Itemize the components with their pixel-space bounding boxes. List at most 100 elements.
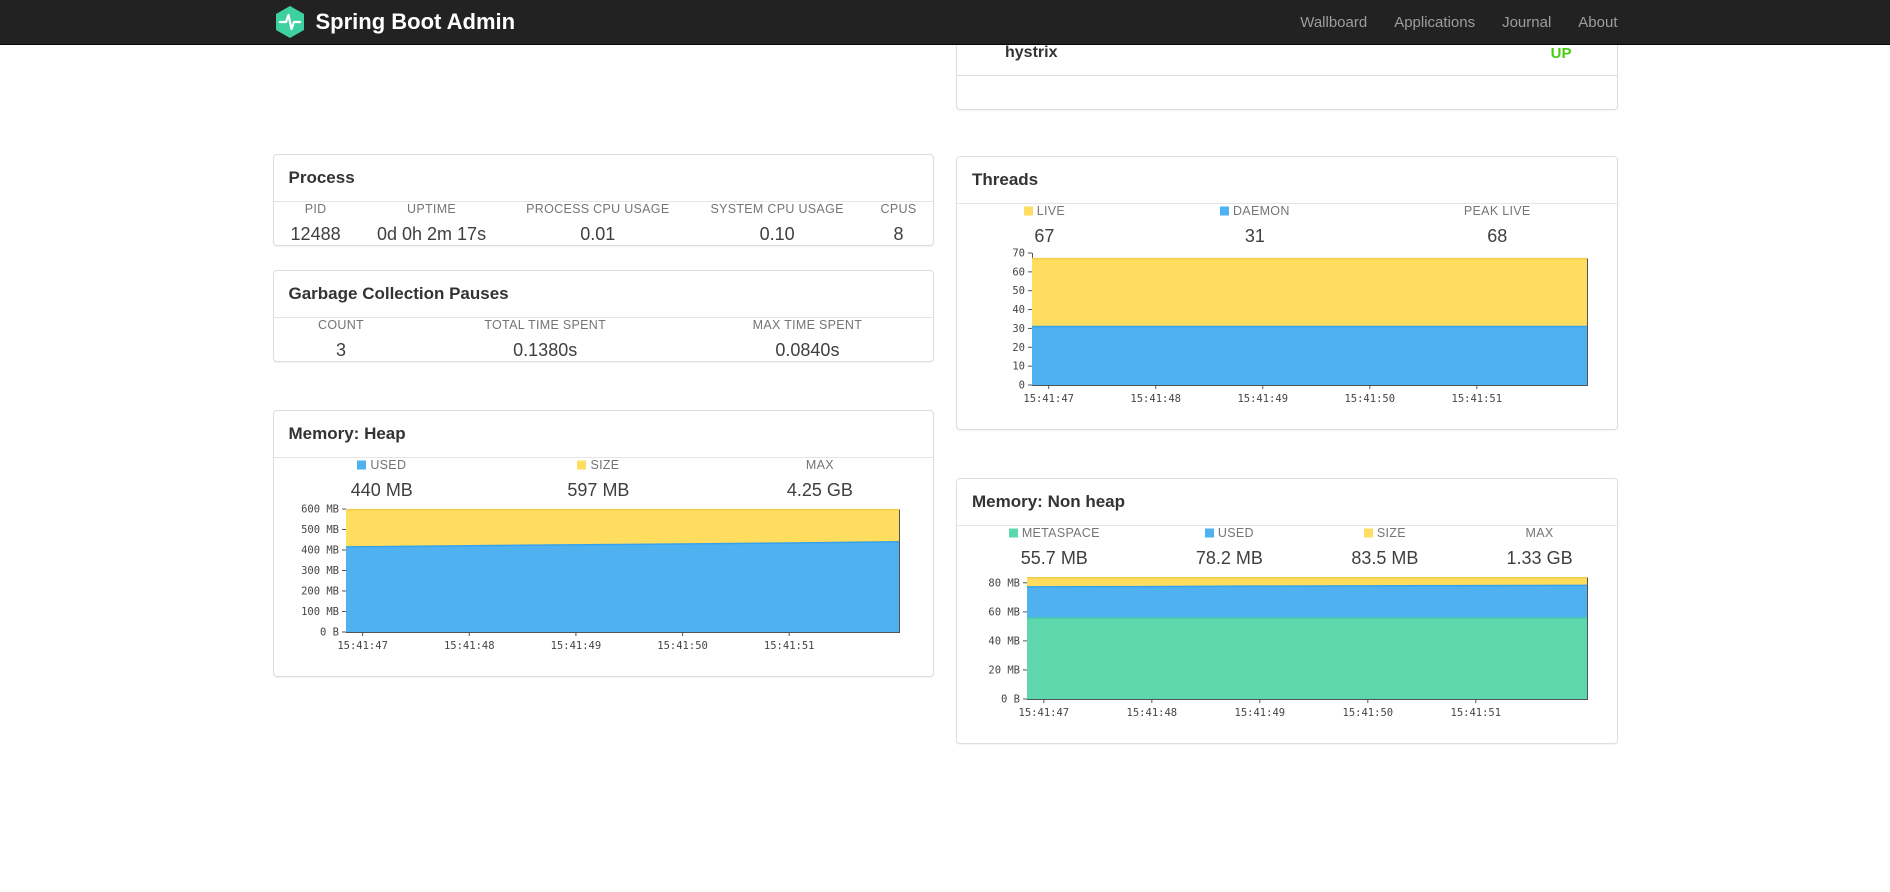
application-name[interactable]: hystrix [1005, 44, 1057, 62]
legend-used: USED 78.2 MB [1152, 526, 1308, 569]
legend-label: PEAK LIVE [1463, 204, 1531, 218]
brand-title: Spring Boot Admin [315, 9, 516, 34]
svg-text:15:41:47: 15:41:47 [1019, 707, 1070, 719]
stat-value: 12488 [290, 224, 341, 244]
nav-item-about[interactable]: About [1578, 14, 1617, 31]
top-navbar: Spring Boot Admin Wallboard Applications… [0, 0, 1890, 45]
legend-value: 83.5 MB [1351, 548, 1419, 568]
brand-link[interactable]: Spring Boot Admin [273, 5, 516, 39]
svg-text:15:41:49: 15:41:49 [1237, 393, 1288, 405]
nav-item-wallboard[interactable]: Wallboard [1300, 14, 1367, 31]
legend-label: DAEMON [1146, 204, 1364, 218]
panel-title: Threads [972, 170, 1039, 189]
stat-label: COUNT [318, 318, 364, 332]
svg-text:80 MB: 80 MB [988, 577, 1020, 589]
legend-label: USED [1166, 526, 1294, 540]
nav-item-journal[interactable]: Journal [1502, 14, 1551, 31]
panel-process: Process PID 12488 UPTIME 0d 0h 2m 17s PR… [272, 154, 934, 246]
used-swatch-icon [357, 460, 367, 470]
svg-text:30: 30 [1012, 323, 1025, 335]
svg-text:200 MB: 200 MB [301, 586, 339, 598]
stat-process-cpu-usage: PROCESS CPU USAGE 0.01 [505, 202, 690, 245]
panel-title: Memory: Non heap [972, 492, 1126, 511]
stat-label: TOTAL TIME SPENT [484, 318, 607, 332]
legend-value: 597 MB [567, 480, 630, 500]
svg-text:15:41:48: 15:41:48 [1127, 707, 1178, 719]
stat-value: 0d 0h 2m 17s [377, 224, 487, 244]
legend-metaspace: METASPACE 55.7 MB [957, 526, 1152, 569]
stat-value: 0.01 [580, 224, 616, 244]
spring-boot-admin-logo-icon [273, 5, 307, 39]
svg-text:600 MB: 600 MB [301, 504, 339, 516]
memory-heap-chart: 0 B 100 MB 200 MB 300 MB 400 MB 500 MB 600 MB 1… [274, 501, 934, 658]
status-badge: UP [1550, 44, 1572, 62]
panel-threads: Threads LIVE 67 DAEMON 31 PEAK LIVE 68 0… [956, 156, 1618, 430]
stat-max-time-spent: MAX TIME SPENT 0.0840s [682, 318, 933, 361]
stat-label: PID [304, 202, 327, 216]
process-stats: PID 12488 UPTIME 0d 0h 2m 17s PROCESS CP… [274, 202, 934, 245]
stat-pid: PID 12488 [274, 202, 358, 245]
svg-text:70: 70 [1012, 248, 1025, 260]
panel-gc-pauses: Garbage Collection Pauses COUNT 3 TOTAL … [272, 270, 934, 362]
main-content: Process PID 12488 UPTIME 0d 0h 2m 17s PR… [272, 0, 1618, 744]
legend-label: USED [288, 458, 477, 472]
panel-title: Garbage Collection Pauses [288, 284, 509, 303]
svg-text:15:41:49: 15:41:49 [1235, 707, 1286, 719]
stat-label: CPUS [880, 202, 917, 216]
svg-text:40 MB: 40 MB [988, 635, 1020, 647]
stat-uptime: UPTIME 0d 0h 2m 17s [358, 202, 506, 245]
legend-value: 1.33 GB [1506, 548, 1573, 568]
gc-stats: COUNT 3 TOTAL TIME SPENT 0.1380s MAX TIM… [274, 318, 934, 361]
svg-text:40: 40 [1012, 304, 1025, 316]
legend-max: MAX 4.25 GB [707, 458, 933, 501]
stat-label: MAX TIME SPENT [752, 318, 863, 332]
svg-text:0 B: 0 B [1001, 694, 1020, 706]
memory-heap-legend: USED 440 MB SIZE 597 MB MAX 4.25 GB [274, 458, 934, 501]
svg-text:15:41:47: 15:41:47 [1023, 393, 1074, 405]
legend-value: 4.25 GB [786, 480, 853, 500]
right-column: hystrix UP Threads LIVE 67 DAEMON 31 PEA… [956, 0, 1618, 744]
panel-threads-heading: Threads [957, 157, 1617, 204]
stat-cpus: CPUS 8 [864, 202, 933, 245]
svg-text:15:41:51: 15:41:51 [1452, 393, 1503, 405]
svg-text:100 MB: 100 MB [301, 606, 339, 618]
panel-memory-heap: Memory: Heap USED 440 MB SIZE 597 MB MAX… [272, 410, 934, 677]
svg-text:500 MB: 500 MB [301, 524, 339, 536]
nav-item-applications[interactable]: Applications [1394, 14, 1475, 31]
daemon-swatch-icon [1219, 206, 1229, 216]
svg-text:400 MB: 400 MB [301, 545, 339, 557]
legend-value: 67 [1034, 226, 1055, 246]
svg-text:15:41:50: 15:41:50 [1343, 707, 1394, 719]
svg-text:20: 20 [1012, 342, 1025, 354]
legend-value: 55.7 MB [1020, 548, 1088, 568]
stat-label: SYSTEM CPU USAGE [710, 202, 844, 216]
svg-text:0 B: 0 B [320, 627, 339, 639]
memory-nonheap-chart: 0 B 20 MB 40 MB 60 MB 80 MB 15:41:47 15:41:48 1… [957, 569, 1617, 725]
svg-text:15:41:48: 15:41:48 [1130, 393, 1181, 405]
svg-text:60: 60 [1012, 266, 1025, 278]
panel-title: Process [288, 168, 355, 187]
legend-label: SIZE [1321, 526, 1449, 540]
legend-value: 31 [1244, 226, 1265, 246]
svg-text:50: 50 [1012, 285, 1025, 297]
legend-live: LIVE 67 [957, 204, 1132, 247]
live-swatch-icon [1023, 206, 1033, 216]
stat-value: 0.0840s [775, 340, 840, 360]
svg-text:15:41:49: 15:41:49 [550, 640, 601, 652]
stat-label: UPTIME [407, 202, 457, 216]
threads-legend: LIVE 67 DAEMON 31 PEAK LIVE 68 [957, 204, 1617, 247]
size-swatch-icon [577, 460, 587, 470]
svg-text:20 MB: 20 MB [988, 664, 1020, 676]
legend-value: 440 MB [350, 480, 413, 500]
svg-text:0: 0 [1019, 380, 1025, 392]
legend-label: LIVE [971, 204, 1118, 218]
stat-system-cpu-usage: SYSTEM CPU USAGE 0.10 [690, 202, 864, 245]
applications-panel-footer-space [957, 76, 1617, 109]
legend-value: 68 [1487, 226, 1508, 246]
memory-nonheap-legend: METASPACE 55.7 MB USED 78.2 MB SIZE 83.5… [957, 526, 1617, 569]
legend-value: 78.2 MB [1195, 548, 1263, 568]
left-column: Process PID 12488 UPTIME 0d 0h 2m 17s PR… [272, 45, 934, 677]
legend-daemon: DAEMON 31 [1132, 204, 1378, 247]
used-swatch-icon [1204, 528, 1214, 538]
legend-label: METASPACE [971, 526, 1138, 540]
